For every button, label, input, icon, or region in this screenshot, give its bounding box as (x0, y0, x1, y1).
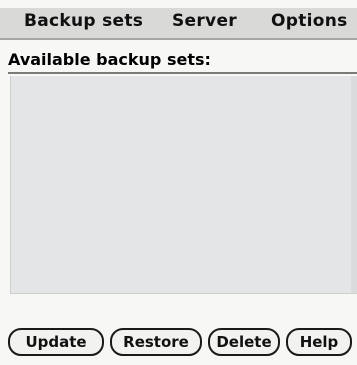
delete-button[interactable]: Delete (208, 328, 280, 356)
list-heading: Available backup sets: (8, 50, 211, 69)
heading-divider (8, 72, 357, 74)
list-scrollbar[interactable] (351, 76, 357, 293)
restore-button[interactable]: Restore (110, 328, 202, 356)
app-screen: Backup sets Server Options Available bac… (0, 0, 357, 365)
menu-backup-sets[interactable]: Backup sets (24, 11, 143, 31)
menu-bar: Backup sets Server Options (0, 8, 357, 40)
update-button[interactable]: Update (8, 328, 104, 356)
menu-options[interactable]: Options (271, 11, 348, 31)
backup-sets-list[interactable] (10, 76, 357, 294)
help-button[interactable]: Help (286, 328, 352, 356)
button-row: Update Restore Delete Help (0, 328, 357, 358)
menu-server[interactable]: Server (172, 11, 237, 31)
